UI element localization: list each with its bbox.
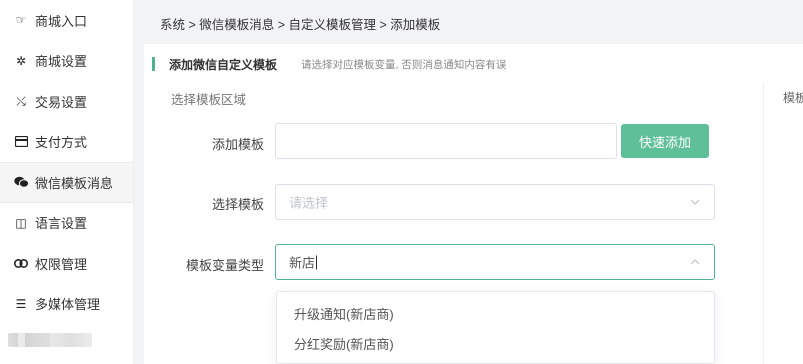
add-template-input[interactable]	[275, 123, 617, 159]
chevron-down-icon	[690, 199, 700, 205]
sidebar-item-label: 权限管理	[35, 256, 88, 272]
sidebar-item-trade-settings[interactable]: ⤯ 交易设置	[0, 81, 133, 122]
sidebar-item-label: 支付方式	[35, 135, 88, 151]
dropdown-option[interactable]: 升级通知(新店商)	[277, 298, 714, 328]
wechat-icon	[13, 176, 29, 189]
area-label: 选择模板区域	[171, 93, 247, 107]
var-type-dropdown: 升级通知(新店商) 分红奖励(新店商)	[276, 291, 715, 364]
sidebar-item-label: 商城设置	[35, 54, 88, 70]
gear-icon: ✲	[15, 53, 27, 68]
blurred-sidebar-item	[8, 333, 92, 347]
text-caret	[316, 255, 318, 270]
quick-add-button[interactable]: 快速添加	[621, 124, 709, 158]
var-type-select[interactable]: 新店	[275, 244, 715, 280]
hand-pointer-icon: ☞	[15, 13, 27, 28]
sidebar-item-wechat-template[interactable]: 微信模板消息	[0, 162, 133, 203]
link-icon	[13, 258, 29, 268]
list-icon: ☰	[15, 296, 27, 311]
sidebar-item-label: 微信模板消息	[35, 175, 114, 191]
section-accent-bar	[152, 57, 155, 71]
sidebar-item-language[interactable]: ◫ 语言设置	[0, 203, 133, 244]
sidebar-item-mall-settings[interactable]: ✲ 商城设置	[0, 41, 133, 82]
section-title: 添加微信自定义模板	[169, 58, 278, 72]
select-template-label: 选择模板	[211, 197, 264, 212]
select-template-select[interactable]: 请选择	[275, 184, 715, 220]
add-template-label: 添加模板	[211, 137, 264, 152]
select-template-placeholder: 请选择	[289, 195, 329, 211]
sidebar-item-payment[interactable]: 支付方式	[0, 122, 133, 163]
sidebar-item-permissions[interactable]: 权限管理	[0, 243, 133, 284]
panel-divider	[763, 82, 764, 364]
sidebar-item-media[interactable]: ☰ 多媒体管理	[0, 284, 133, 325]
chevron-up-icon	[690, 259, 700, 265]
sidebar-item-label: 商城入口	[35, 13, 88, 29]
var-type-search-text: 新店	[289, 255, 318, 271]
language-icon: ◫	[15, 215, 27, 230]
card-icon	[13, 136, 29, 148]
dropdown-option[interactable]: 分红奖励(新店商)	[277, 328, 714, 358]
preview-area-label: 模板	[783, 91, 803, 105]
sidebar-item-label: 语言设置	[35, 216, 88, 232]
sidebar-item-label: 多媒体管理	[35, 297, 101, 313]
sidebar: ☞ 商城入口 ✲ 商城设置 ⤯ 交易设置 支付方式 微信模板消息 ◫ 语言设置 …	[0, 0, 134, 364]
sidebar-item-mall-entry[interactable]: ☞ 商城入口	[0, 0, 133, 41]
breadcrumb: 系统 > 微信模板消息 > 自定义模板管理 > 添加模板	[160, 18, 441, 32]
var-type-label: 模板变量类型	[185, 258, 264, 273]
exchange-icon: ⤯	[16, 93, 26, 108]
section-hint: 请选择对应模板变量, 否则消息通知内容有误	[301, 59, 507, 71]
sidebar-item-label: 交易设置	[35, 94, 88, 110]
